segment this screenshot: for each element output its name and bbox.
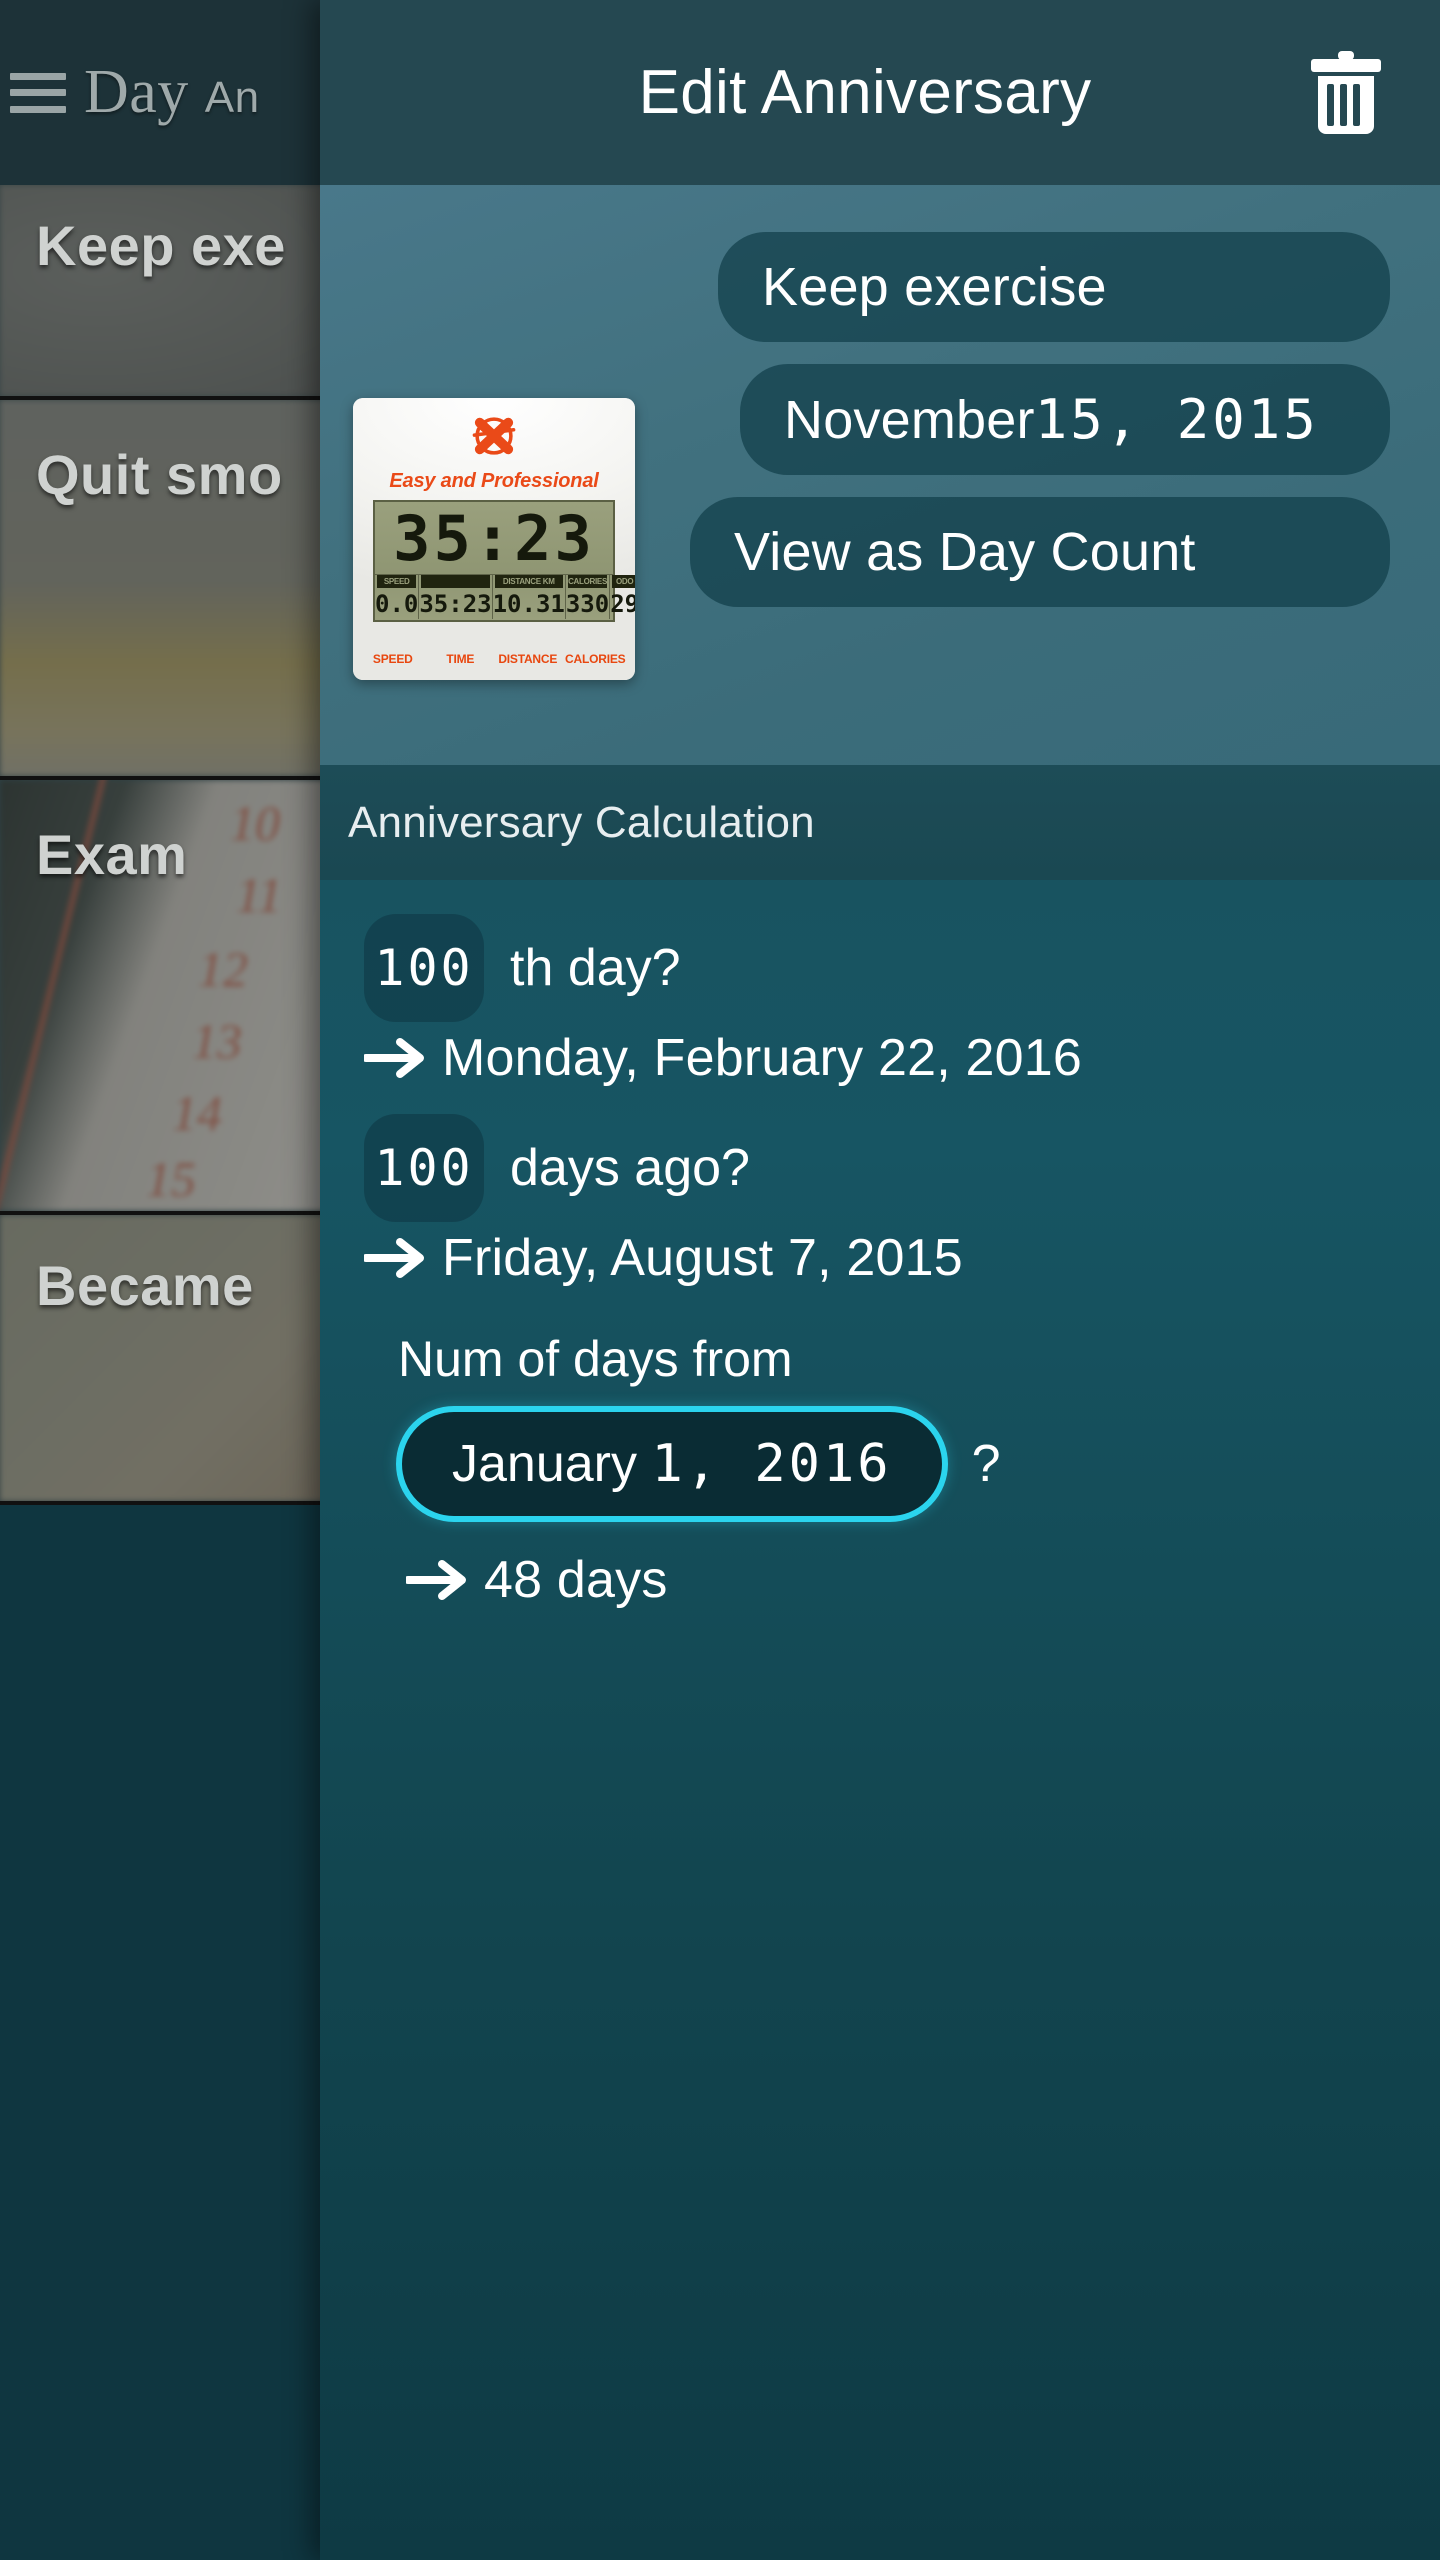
background-app-title-sub: An <box>204 73 260 122</box>
days-ago-label: days ago? <box>510 1139 750 1197</box>
brand-text: Easy and Professional <box>389 470 599 492</box>
background-appbar-inner: Day An <box>0 0 330 185</box>
lcd-cell: SPEED 0.0 <box>375 575 420 619</box>
arrow-right-icon <box>364 1032 430 1084</box>
calc-question-row-1: 100 th day? <box>364 914 1440 1022</box>
nth-day-input[interactable]: 100 <box>364 914 484 1022</box>
background-list-item-1[interactable]: Keep exe <box>0 185 330 400</box>
lcd-footer-label: SPEED <box>372 652 413 666</box>
lcd-main-value: 35:23 <box>393 502 595 575</box>
anniversary-date-month: November <box>784 389 1035 450</box>
lcd-cell-tag: DISTANCE KM <box>494 575 563 588</box>
list-item-title: Quit smo <box>36 443 283 506</box>
lcd-footer-label: DISTANCE <box>498 652 558 666</box>
calculation-body: 100 th day? Monday, February 22, 2016 10… <box>320 880 1440 1610</box>
lcd-cell-tag: SPEED <box>377 575 417 588</box>
lcd-cell-tag: ODO <box>612 575 635 588</box>
arrow-right-icon <box>364 1232 430 1284</box>
section-header-label: Anniversary Calculation <box>348 797 815 847</box>
background-list-item-4[interactable]: Became <box>0 1215 330 1505</box>
panel-appbar: Edit Anniversary <box>320 0 1440 185</box>
lcd-cell-tag <box>421 575 490 588</box>
x-circle-logo <box>472 417 516 455</box>
lcd-cells: SPEED 0.0 35:23 DISTANCE KM 10.31 CALORI… <box>375 574 635 619</box>
lcd-cell-value: 330 <box>565 590 610 618</box>
list-item-title: Became <box>36 1254 254 1317</box>
lcd-cell-value: 35:23 <box>419 590 492 618</box>
num-of-days-label: Num of days from <box>398 1331 793 1387</box>
hamburger-menu-icon[interactable] <box>10 72 66 113</box>
from-date-digits: 1, 2016 <box>651 1434 892 1494</box>
calc-answer-row-2: Friday, August 7, 2015 <box>364 1228 1440 1288</box>
page-title: Edit Anniversary <box>638 58 1092 127</box>
calc-answer-row-3: 48 days <box>406 1550 1440 1610</box>
background-app-title-main: Day <box>84 58 189 126</box>
screen-root: Day An Keep exe Quit smo 10 11 <box>0 0 1440 2560</box>
lcd-cell: DISTANCE KM 10.31 <box>493 575 566 619</box>
anniversary-photo[interactable]: Easy and Professional 35:23 SPEED 0.0 35… <box>353 398 635 680</box>
background-list-item-3[interactable]: 10 11 12 13 14 15 Exam <box>0 780 330 1215</box>
anniversary-date-digits: 15, 2015 <box>1034 388 1319 451</box>
section-header-anniversary-calculation: Anniversary Calculation <box>320 765 1440 880</box>
header-chips: Keep exercise November 15, 2015 View as … <box>668 220 1390 607</box>
background-list-item-2[interactable]: Quit smo <box>0 400 330 780</box>
delete-button[interactable] <box>1298 45 1394 141</box>
anniversary-title-value: Keep exercise <box>762 257 1107 317</box>
lcd-cell-value: 0.0 <box>375 590 419 618</box>
arrow-right-icon <box>406 1554 472 1606</box>
anniversary-date-field[interactable]: November 15, 2015 <box>740 364 1390 475</box>
nth-day-label: th day? <box>510 939 681 997</box>
lcd-cell: 35:23 <box>419 575 493 619</box>
background-list: Keep exe Quit smo 10 11 12 13 14 15 <box>0 185 330 2560</box>
days-ago-answer: Friday, August 7, 2015 <box>442 1229 963 1287</box>
lcd-footer-labels: SPEED TIME DISTANCE CALORIES <box>359 652 629 674</box>
calc-answer-row-1: Monday, February 22, 2016 <box>364 1028 1440 1088</box>
list-item-title: Exam <box>36 823 188 886</box>
lcd-footer-label: TIME <box>446 652 475 666</box>
from-date-month: January <box>452 1435 652 1493</box>
list-item-title: Keep exe <box>36 214 286 277</box>
days-ago-input[interactable]: 100 <box>364 1114 484 1222</box>
background-app-title: Day An <box>84 57 260 128</box>
num-of-days-field-row: January 1, 2016 ? <box>396 1406 1440 1522</box>
lcd-cell: ODO 29 <box>610 575 635 619</box>
anniversary-title-field[interactable]: Keep exercise <box>718 232 1390 342</box>
from-date-input[interactable]: January 1, 2016 <box>396 1406 948 1522</box>
lcd-footer-label: CALORIES <box>565 652 626 666</box>
trash-icon <box>1311 50 1381 134</box>
lcd-cell-value: 10.31 <box>492 590 565 618</box>
question-mark-label: ? <box>971 1435 1001 1493</box>
view-mode-label: View as Day Count <box>734 522 1196 582</box>
lcd-screen: 35:23 SPEED 0.0 35:23 DISTANCE KM 10.31 … <box>373 500 635 622</box>
lcd-cell-value: 29 <box>610 590 635 618</box>
anniversary-header: Easy and Professional 35:23 SPEED 0.0 35… <box>320 185 1440 765</box>
lcd-cell: CALORIES 330 <box>565 575 611 619</box>
thumbnail-wrap: Easy and Professional 35:23 SPEED 0.0 35… <box>320 220 668 680</box>
calc-question-row-2: 100 days ago? <box>364 1114 1440 1222</box>
num-of-days-result: 48 days <box>484 1551 668 1609</box>
view-mode-button[interactable]: View as Day Count <box>690 497 1390 607</box>
lcd-cell-tag: CALORIES <box>567 575 608 588</box>
edit-anniversary-panel: Edit Anniversary Easy and Professional 3… <box>320 0 1440 2560</box>
nth-day-answer: Monday, February 22, 2016 <box>442 1029 1082 1087</box>
